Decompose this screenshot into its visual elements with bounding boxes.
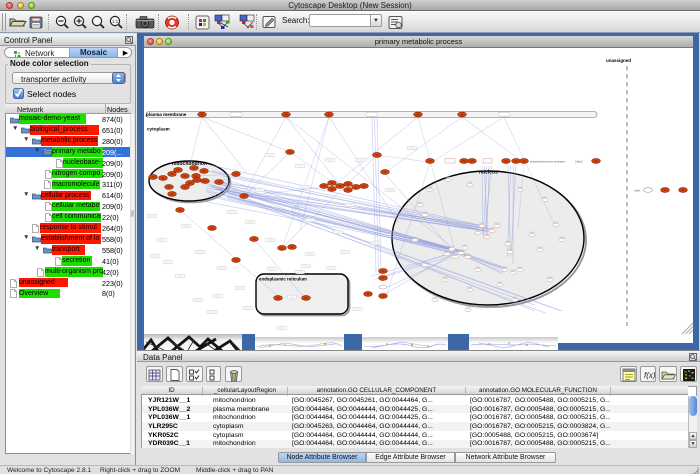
svg-text:unassigned: unassigned (606, 58, 631, 63)
svg-text:1:1: 1:1 (112, 19, 119, 24)
svg-text:mitochondrial inner membrane: mitochondrial inner membrane (530, 160, 566, 164)
svg-text:Unkn: Unkn (634, 189, 641, 193)
svg-text:Unkn2: Unkn2 (575, 160, 583, 164)
svg-text:nucleus: nucleus (479, 170, 498, 176)
svg-text:cytoplasm: cytoplasm (147, 127, 170, 132)
svg-text:mitochondrion: mitochondrion (172, 161, 207, 167)
svg-text:f(x): f(x) (644, 371, 656, 380)
svg-text:plasma membrane: plasma membrane (146, 112, 187, 117)
svg-text:endoplasmic reticulum: endoplasmic reticulum (259, 277, 307, 282)
